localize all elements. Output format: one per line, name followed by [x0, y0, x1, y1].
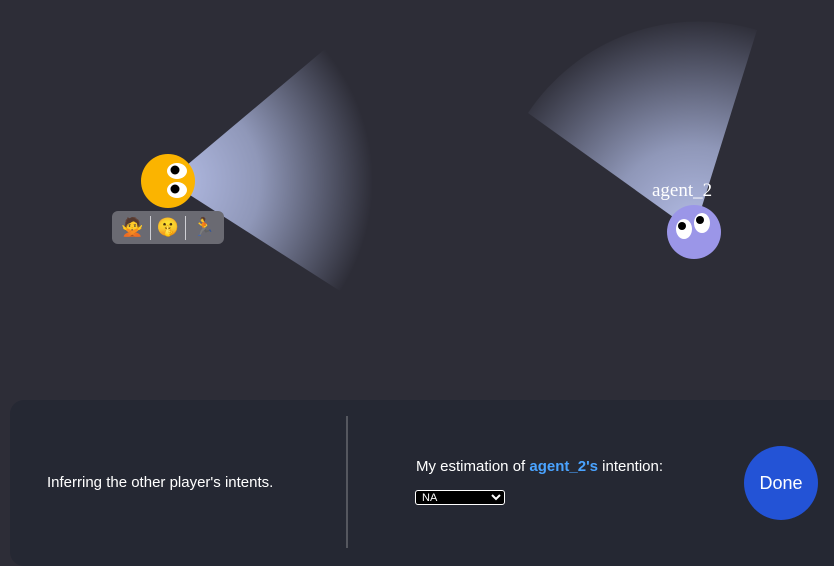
intention-select[interactable]: NA [415, 490, 505, 505]
game-scene: agent_2 🙅 🤫 🏃 [0, 0, 834, 400]
panel-divider [346, 416, 348, 548]
done-button[interactable]: Done [744, 446, 818, 520]
emoji-bar: 🙅 🤫 🏃 [112, 211, 224, 244]
no-gesture-emoji-button[interactable]: 🙅 [117, 214, 147, 242]
player-agent-2 [667, 205, 721, 259]
vision-cone-agent-2 [528, 21, 757, 232]
running-emoji-button[interactable]: 🏃 [189, 214, 219, 242]
estimation-agent-name: agent_2's [529, 458, 598, 475]
control-panel: Inferring the other player's intents. My… [10, 400, 834, 566]
emoji-divider [185, 215, 187, 240]
emoji-divider [149, 215, 151, 240]
player-agent-self [141, 154, 195, 208]
shush-emoji-button[interactable]: 🤫 [153, 214, 183, 242]
agent-2-label: agent_2 [652, 180, 713, 201]
status-text: Inferring the other player's intents. [47, 474, 274, 491]
estimation-label: My estimation of agent_2's intention: [416, 458, 663, 475]
estimation-prefix: My estimation of [416, 458, 530, 475]
estimation-suffix: intention: [597, 458, 664, 475]
vision-cone-self [168, 49, 373, 291]
